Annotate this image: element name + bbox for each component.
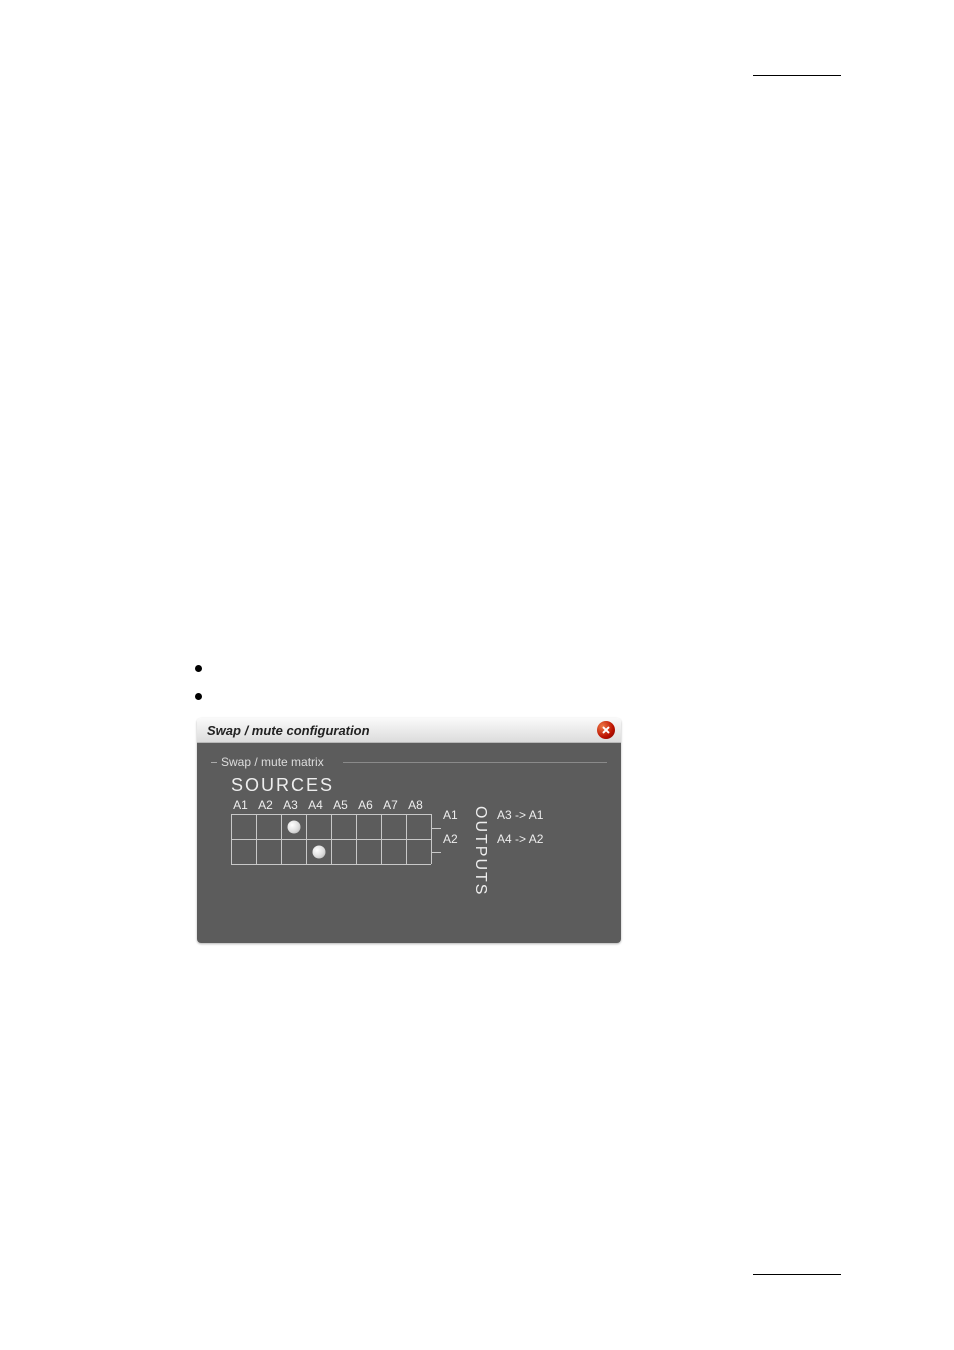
- row-label: A1: [443, 808, 458, 822]
- bullet: [195, 665, 202, 672]
- swap-mute-panel: Swap / mute configuration Swap / mute ma…: [197, 718, 621, 943]
- row-label: A2: [443, 832, 458, 846]
- panel-title: Swap / mute configuration: [207, 723, 370, 738]
- column-header: A4: [306, 798, 325, 812]
- outputs-label: OUTPUTS: [471, 806, 489, 896]
- column-header: A8: [406, 798, 425, 812]
- column-header: A3: [281, 798, 300, 812]
- panel-body: Swap / mute matrix SOURCES A1A2A3A4A5A6A…: [197, 743, 621, 943]
- mapping-text: A3 -> A1: [497, 808, 543, 822]
- bullet-list: [195, 665, 202, 721]
- matrix-grid[interactable]: [231, 814, 431, 864]
- column-header: A7: [381, 798, 400, 812]
- mapping-text: A4 -> A2: [497, 832, 543, 846]
- titlebar: Swap / mute configuration: [197, 718, 621, 743]
- bullet: [195, 693, 202, 700]
- fieldset-rule: [343, 762, 607, 763]
- matrix-node[interactable]: [312, 846, 325, 859]
- close-icon[interactable]: [597, 721, 615, 739]
- column-header: A5: [331, 798, 350, 812]
- sources-label: SOURCES: [231, 775, 607, 796]
- column-header: A2: [256, 798, 275, 812]
- matrix: A1A2A3A4A5A6A7A8 A1 A2 OUTPUTS A3 -> A1 …: [231, 798, 607, 864]
- column-header: A1: [231, 798, 250, 812]
- page-footer-rule: [753, 1274, 841, 1275]
- column-headers: A1 A2 A3 A4 A5 A6 A7 A8: [231, 798, 607, 812]
- column-header: A6: [356, 798, 375, 812]
- page-header-rule: [753, 75, 841, 76]
- matrix-node[interactable]: [287, 821, 300, 834]
